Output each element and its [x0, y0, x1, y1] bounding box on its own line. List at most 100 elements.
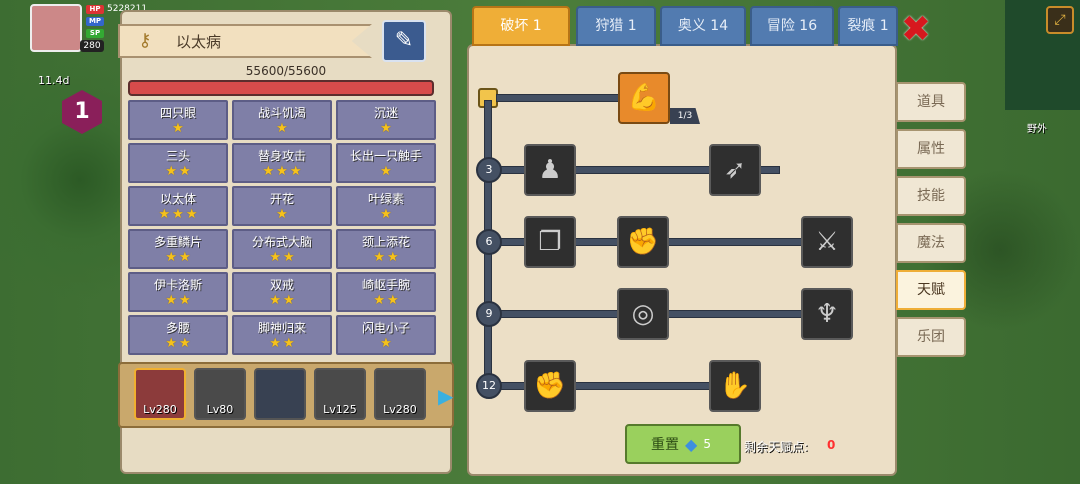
trait-cell[interactable]: 三头 ★ ★ [128, 143, 228, 183]
trait-stars: ★ ★ ★ [159, 208, 198, 221]
punch-icon[interactable]: ✊ [617, 216, 669, 268]
star-icon: ★ [165, 335, 177, 351]
hp-bar [128, 80, 434, 96]
party-member-level: Lv280 [383, 403, 417, 416]
trait-name: 战斗饥渴 [257, 105, 306, 120]
node-count: 1/3 [670, 108, 700, 124]
star-icon: ★ [172, 120, 184, 136]
party-member-level: Lv280 [143, 403, 177, 416]
star-icon: ★ [179, 292, 191, 308]
star-icon: ★ [158, 206, 171, 222]
trait-name: 伊卡洛斯 [153, 277, 202, 292]
trait-cell[interactable]: 长出一只触手 ★ [336, 143, 436, 183]
star-icon: ★ [269, 335, 281, 351]
side-menu-item[interactable]: 魔法 [896, 223, 966, 263]
trait-cell[interactable]: 伊卡洛斯 ★ ★ [128, 272, 228, 312]
party-member-level: Lv80 [206, 403, 234, 416]
trait-cell[interactable]: 四只眼 ★ [128, 100, 228, 140]
trait-cell[interactable]: 颈上添花 ★ ★ [336, 229, 436, 269]
trait-cell[interactable]: 闪电小子 ★ [336, 315, 436, 355]
trait-cell[interactable]: 多腰 ★ ★ [128, 315, 228, 355]
party-member-slot[interactable]: Lv125 [314, 368, 366, 420]
reset-cost: 5 [703, 437, 711, 451]
sword-icon[interactable]: ⚔ [801, 216, 853, 268]
star-icon: ★ [380, 163, 392, 179]
star-icon: ★ [165, 163, 177, 179]
trait-stars: ★ [276, 122, 288, 135]
trait-name: 多腰 [165, 320, 190, 335]
side-menu-item[interactable]: 属性 [896, 129, 966, 169]
reset-button[interactable]: 重置 ◆ 5 [625, 424, 741, 464]
trait-name: 以太体 [159, 191, 196, 206]
arrow-icon[interactable]: ➶ [709, 144, 761, 196]
trait-name: 崎岖手腕 [361, 277, 410, 292]
trait-cell[interactable]: 以太体 ★ ★ ★ [128, 186, 228, 226]
star-icon: ★ [380, 335, 392, 351]
fist-icon[interactable]: ✊ [524, 360, 576, 412]
tab[interactable]: 奥义 14 [660, 6, 746, 46]
tab[interactable]: 狩猎 1 [576, 6, 656, 46]
trait-name: 多重鳞片 [153, 234, 202, 249]
arm-wrestle-icon[interactable]: 💪 [618, 72, 670, 124]
side-menu-item[interactable]: 天赋 [896, 270, 966, 310]
trait-cell[interactable]: 叶绿素 ★ [336, 186, 436, 226]
trait-name: 闪电小子 [361, 320, 410, 335]
mp-stat: MP [86, 16, 104, 26]
trait-cell[interactable]: 战斗饥渴 ★ [232, 100, 332, 140]
gauntlet-icon[interactable]: ✋ [709, 360, 761, 412]
side-menu-item[interactable]: 技能 [896, 176, 966, 216]
tab[interactable]: 裂痕 1 [838, 6, 898, 46]
star-icon: ★ [179, 163, 191, 179]
trait-stars: ★ ★ [165, 294, 190, 307]
level-marker: 3 [476, 157, 502, 183]
trait-stars: ★ [380, 165, 392, 178]
party-member-slot[interactable]: Lv80 [194, 368, 246, 420]
star-icon: ★ [172, 206, 184, 222]
star-icon: ★ [373, 249, 385, 265]
trait-grid: 四只眼 ★ 战斗饥渴 ★ 沉迷 ★ 三头 ★ ★ 替身攻击 ★ ★ ★ 长出一只触手 ★ 以太体 ★ ★ ★ 开花 ★ 叶… [128, 100, 438, 355]
star-icon: ★ [165, 249, 177, 265]
hp-text: 55600/55600 [245, 64, 327, 78]
trait-cell[interactable]: 分布式大脑 ★ ★ [232, 229, 332, 269]
star-icon: ★ [283, 292, 295, 308]
trait-cell[interactable]: 开花 ★ [232, 186, 332, 226]
body-icon[interactable]: ♟ [524, 144, 576, 196]
tab[interactable]: 冒险 16 [750, 6, 834, 46]
star-icon: ★ [283, 249, 295, 265]
side-menu-item[interactable]: 乐团 [896, 317, 966, 357]
trait-cell[interactable]: 多重鳞片 ★ ★ [128, 229, 228, 269]
trait-stars: ★ ★ [165, 165, 190, 178]
tab[interactable]: 破坏 1 [472, 6, 570, 46]
scroll-icon[interactable]: ❐ [524, 216, 576, 268]
level-marker: 12 [476, 373, 502, 399]
trait-name: 脚神归来 [257, 320, 306, 335]
trait-name: 开花 [269, 191, 294, 206]
area-label: 野外 [1027, 124, 1047, 135]
party-member-slot[interactable]: Lv280 [134, 368, 186, 420]
expand-map-icon[interactable]: ⤢ [1046, 6, 1074, 34]
star-icon: ★ [165, 292, 177, 308]
trait-name: 三头 [165, 148, 190, 163]
next-arrow-icon[interactable]: ▶ [438, 378, 453, 414]
timer: 11.4d [38, 74, 70, 87]
trait-cell[interactable]: 脚神归来 ★ ★ [232, 315, 332, 355]
side-menu-item[interactable]: 道具 [896, 82, 966, 122]
trait-stars: ★ [380, 208, 392, 221]
trait-cell[interactable]: 崎岖手腕 ★ ★ [336, 272, 436, 312]
edit-button[interactable]: ✎ [382, 20, 426, 62]
trait-cell[interactable]: 沉迷 ★ [336, 100, 436, 140]
level-marker: 9 [476, 301, 502, 327]
party-member-slot[interactable]: Lv280 [374, 368, 426, 420]
vortex-icon[interactable]: ◎ [617, 288, 669, 340]
close-icon[interactable]: ✖ [900, 12, 932, 48]
trait-cell[interactable]: 替身攻击 ★ ★ ★ [232, 143, 332, 183]
star-icon: ★ [387, 249, 399, 265]
player-avatar[interactable] [30, 4, 82, 52]
trait-name: 替身攻击 [257, 148, 306, 163]
bat-icon[interactable]: ♆ [801, 288, 853, 340]
trait-cell[interactable]: 双戒 ★ ★ [232, 272, 332, 312]
trait-stars: ★ [172, 122, 184, 135]
trait-stars: ★ ★ [269, 294, 294, 307]
party-member-slot[interactable] [254, 368, 306, 420]
trait-stars: ★ ★ [269, 337, 294, 350]
